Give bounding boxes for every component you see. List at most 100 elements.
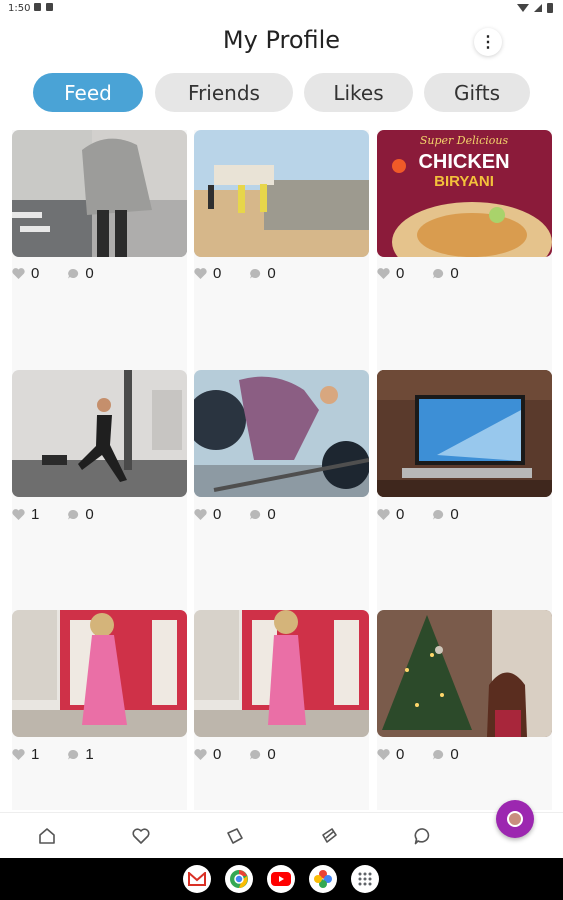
battery-icon <box>547 3 553 13</box>
comment-count-value: 0 <box>267 745 276 763</box>
like-count-value: 0 <box>213 264 222 282</box>
post-image-8[interactable] <box>194 610 369 737</box>
comment-count[interactable]: 0 <box>249 505 276 523</box>
comment-count-value: 0 <box>85 505 94 523</box>
ticket-icon[interactable] <box>226 827 244 845</box>
post-image-3[interactable]: Super Delicious CHICKEN BIRYANI <box>377 130 552 257</box>
like-count-value: 1 <box>31 505 40 523</box>
comment-count[interactable]: 1 <box>67 745 94 763</box>
like-count-value: 0 <box>213 505 222 523</box>
like-count[interactable]: 0 <box>194 746 221 763</box>
like-count[interactable]: 1 <box>12 506 39 523</box>
sim-icon <box>34 3 41 11</box>
promo-top-text: Super Delicious <box>420 134 509 147</box>
comment-count[interactable]: 0 <box>249 264 276 282</box>
comment-count[interactable]: 0 <box>67 505 94 523</box>
gift-icon[interactable] <box>320 827 338 845</box>
wifi-icon <box>517 4 529 12</box>
tab-feed[interactable]: Feed <box>33 73 143 112</box>
status-bar: 1:50 <box>0 0 563 18</box>
post-stats-2: 0 0 <box>194 264 304 282</box>
chrome-app-icon[interactable] <box>225 865 253 893</box>
heart-icon <box>12 267 25 279</box>
comment-icon <box>68 509 79 519</box>
comment-icon <box>433 749 444 759</box>
post-stats-8: 0 0 <box>194 745 304 763</box>
like-count[interactable]: 0 <box>194 506 221 523</box>
post-image-9[interactable] <box>377 610 552 737</box>
comment-count[interactable]: 0 <box>432 745 459 763</box>
signal-icon <box>534 4 542 12</box>
comment-count[interactable]: 0 <box>67 264 94 282</box>
like-count[interactable]: 0 <box>12 265 39 282</box>
comment-icon <box>250 509 261 519</box>
comment-icon <box>250 268 261 278</box>
status-time: 1:50 <box>8 3 31 14</box>
comment-count-value: 1 <box>85 745 94 763</box>
home-icon[interactable] <box>38 827 56 845</box>
like-count-value: 1 <box>31 745 40 763</box>
like-count[interactable]: 0 <box>377 746 404 763</box>
heart-icon <box>194 748 207 760</box>
promo-sub-text: BIRYANI <box>434 173 494 190</box>
post-image-1[interactable] <box>12 130 187 257</box>
comment-count[interactable]: 0 <box>249 745 276 763</box>
heart-icon <box>194 508 207 520</box>
tab-likes[interactable]: Likes <box>304 73 413 112</box>
comment-icon <box>250 749 261 759</box>
post-stats-6: 0 0 <box>377 505 487 523</box>
overflow-menu-button[interactable]: ⋮ <box>474 28 502 56</box>
comment-count-value: 0 <box>85 264 94 282</box>
like-count-value: 0 <box>213 745 222 763</box>
like-count-value: 0 <box>396 264 405 282</box>
post-stats-9: 0 0 <box>377 745 487 763</box>
post-stats-5: 0 0 <box>194 505 304 523</box>
comment-count[interactable]: 0 <box>432 264 459 282</box>
post-image-2[interactable] <box>194 130 369 257</box>
post-image-6[interactable] <box>377 370 552 497</box>
profile-avatar-fab[interactable] <box>496 800 534 838</box>
like-count-value: 0 <box>396 745 405 763</box>
chat-icon[interactable] <box>414 827 432 845</box>
heart-icon <box>12 508 25 520</box>
post-image-5[interactable] <box>194 370 369 497</box>
heart-icon <box>377 267 390 279</box>
post-stats-7: 1 1 <box>12 745 122 763</box>
avatar <box>507 811 523 827</box>
gmail-app-icon[interactable] <box>183 865 211 893</box>
comment-count[interactable]: 0 <box>432 505 459 523</box>
heart-icon <box>194 267 207 279</box>
youtube-app-icon[interactable] <box>267 865 295 893</box>
photos-app-icon[interactable] <box>309 865 337 893</box>
post-stats-1: 0 0 <box>12 264 122 282</box>
app-drawer-icon[interactable] <box>351 865 379 893</box>
comment-count-value: 0 <box>450 745 459 763</box>
comment-count-value: 0 <box>267 264 276 282</box>
post-stats-4: 1 0 <box>12 505 122 523</box>
tab-friends[interactable]: Friends <box>155 73 293 112</box>
status-right <box>517 3 553 13</box>
heart-icon <box>377 508 390 520</box>
like-count-value: 0 <box>396 505 405 523</box>
comment-count-value: 0 <box>267 505 276 523</box>
post-image-7[interactable] <box>12 610 187 737</box>
post-image-4[interactable] <box>12 370 187 497</box>
like-count[interactable]: 0 <box>377 265 404 282</box>
tab-gifts[interactable]: Gifts <box>424 73 530 112</box>
heart-icon <box>377 748 390 760</box>
status-notification-icons <box>34 3 53 11</box>
comment-icon <box>68 749 79 759</box>
comment-icon <box>433 509 444 519</box>
heart-nav-icon[interactable] <box>132 827 150 845</box>
like-count-value: 0 <box>31 264 40 282</box>
comment-count-value: 0 <box>450 505 459 523</box>
heart-icon <box>12 748 25 760</box>
promo-main-text: CHICKEN <box>418 151 509 173</box>
like-count[interactable]: 0 <box>377 506 404 523</box>
notification-icon <box>46 3 53 11</box>
comment-count-value: 0 <box>450 264 459 282</box>
post-stats-3: 0 0 <box>377 264 487 282</box>
like-count[interactable]: 1 <box>12 746 39 763</box>
like-count[interactable]: 0 <box>194 265 221 282</box>
system-dock <box>0 858 563 900</box>
